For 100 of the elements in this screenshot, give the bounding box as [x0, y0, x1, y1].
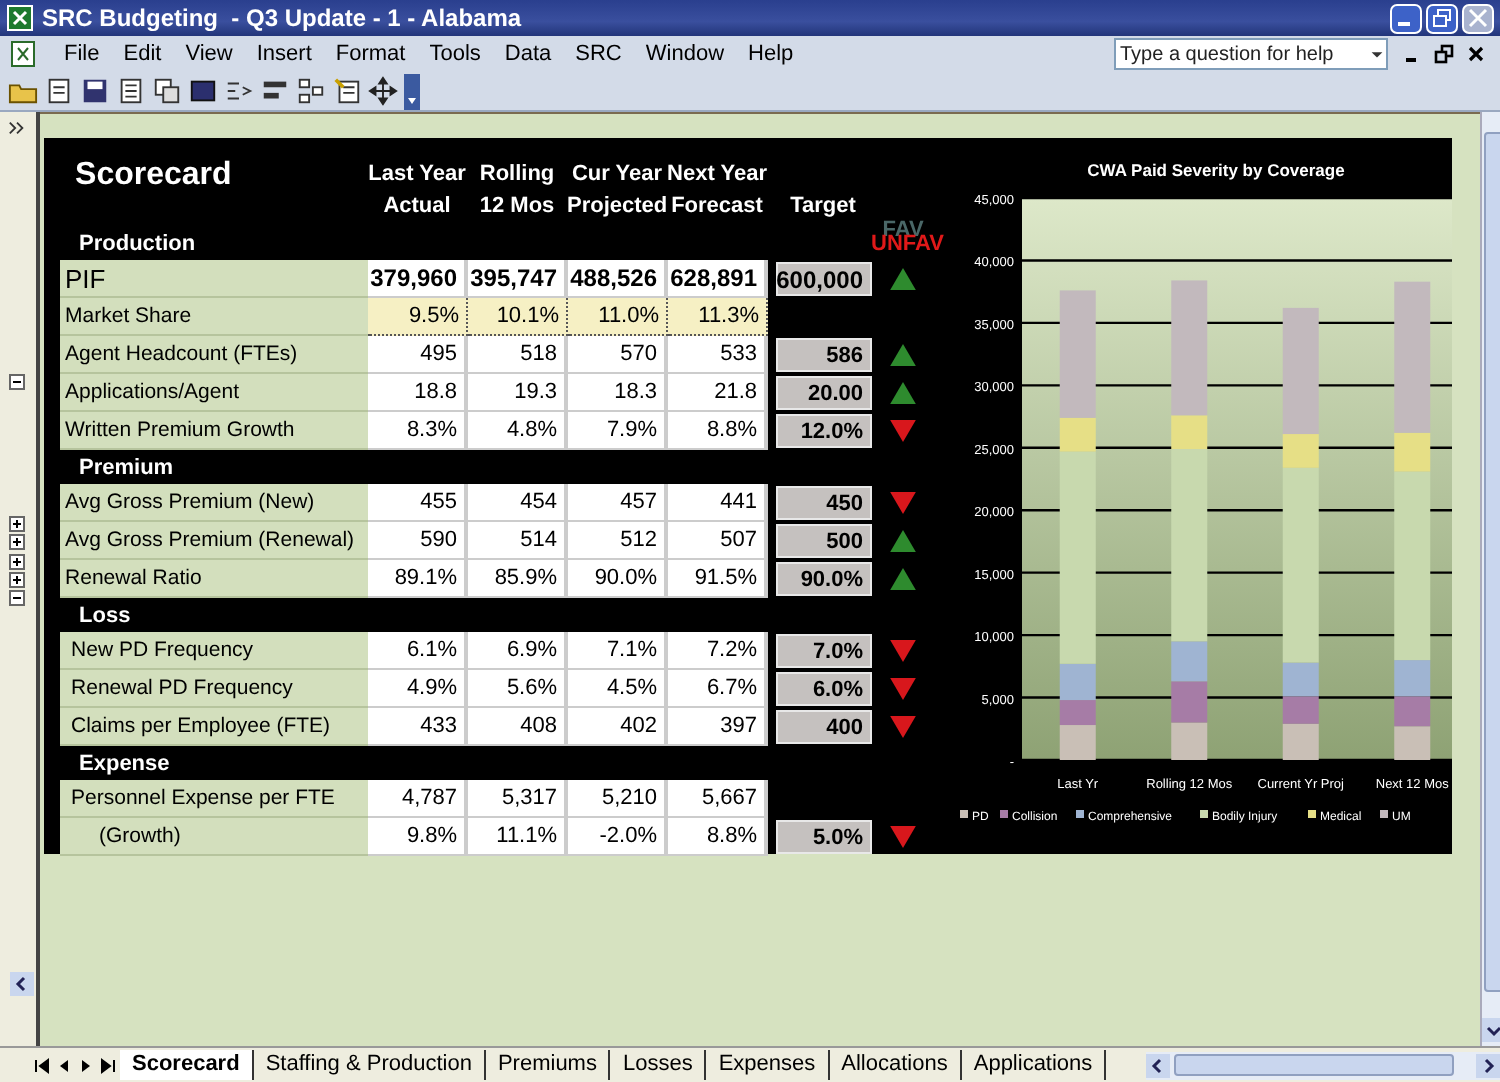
- table-cell: 488,526: [567, 260, 668, 298]
- column-header: Cur Year Projected: [567, 160, 668, 222]
- chart-title: CWA Paid Severity by Coverage: [1086, 160, 1344, 180]
- table-cell: 7.2%: [667, 632, 768, 670]
- table-cell: 6.9%: [467, 632, 568, 670]
- menu-item[interactable]: Help: [736, 42, 806, 66]
- menu-item[interactable]: File: [52, 42, 112, 66]
- table-cell: 455: [367, 484, 468, 522]
- menu-item[interactable]: SRC: [563, 42, 634, 66]
- table-cell: 85.9%: [467, 560, 568, 598]
- menu-item[interactable]: Edit: [111, 42, 174, 66]
- expand-icon[interactable]: [8, 534, 26, 550]
- menu-item[interactable]: Insert: [244, 42, 324, 66]
- table-cell: 11.3%: [667, 298, 768, 336]
- table-cell: 8.3%: [367, 412, 468, 450]
- row-label: Applications/Agent: [59, 374, 368, 412]
- table-cell: 18.3: [567, 374, 668, 412]
- table-cell: 21.8: [667, 374, 768, 412]
- table-cell: 441: [667, 484, 768, 522]
- table-cell: 4.9%: [367, 670, 468, 708]
- scorecard-title: Scorecard: [73, 156, 234, 194]
- sheet-tab[interactable]: Scorecard: [120, 1050, 254, 1080]
- menu-item[interactable]: View: [173, 42, 245, 66]
- column-header: Last Year Actual: [367, 160, 468, 222]
- table-cell: 512: [567, 522, 668, 560]
- document-icon[interactable]: [8, 40, 40, 68]
- move-icon[interactable]: [368, 76, 398, 106]
- section-header: Loss: [77, 603, 133, 627]
- help-search-field[interactable]: Type a question for help: [1114, 38, 1388, 70]
- table-cell: 507: [667, 522, 768, 560]
- table-cell: 570: [567, 336, 668, 374]
- minimize-icon[interactable]: [1390, 3, 1422, 33]
- scroll-thumb[interactable]: [1483, 132, 1500, 992]
- notes-icon[interactable]: [332, 76, 362, 106]
- table-cell: 11.1%: [467, 818, 568, 856]
- table-cell: 19.3: [467, 374, 568, 412]
- column-header: Next Year Forecast: [667, 160, 768, 222]
- row-label: Written Premium Growth: [59, 412, 368, 450]
- row-label: (Growth): [59, 818, 368, 856]
- expand-icon[interactable]: [8, 516, 26, 532]
- sheet-icon[interactable]: [116, 76, 146, 106]
- table-cell: 9.8%: [367, 818, 468, 856]
- expand-icon[interactable]: [8, 554, 26, 570]
- row-label: Avg Gross Premium (Renewal): [59, 522, 368, 560]
- table-cell: 454: [467, 484, 568, 522]
- table-cell: 4.8%: [467, 412, 568, 450]
- scroll-left-icon[interactable]: [1146, 1053, 1171, 1077]
- table-cell: 5,667: [667, 780, 768, 818]
- close-icon[interactable]: [1466, 44, 1486, 64]
- restore-icon[interactable]: [1426, 3, 1458, 33]
- table-cell: 4.5%: [567, 670, 668, 708]
- row-label: Personnel Expense per FTE: [59, 780, 368, 818]
- table-cell: 408: [467, 708, 568, 746]
- target-cell: 600,000: [775, 262, 872, 296]
- column-header: Target: [788, 192, 858, 222]
- scroll-down-icon[interactable]: [1481, 1018, 1500, 1042]
- target-cell: 400: [775, 710, 872, 744]
- table-cell: -2.0%: [567, 818, 668, 856]
- menu-item[interactable]: Format: [323, 42, 418, 66]
- document-icon[interactable]: [44, 76, 74, 106]
- save-icon[interactable]: [80, 76, 110, 106]
- table-cell: 9.5%: [367, 298, 468, 336]
- menu-item[interactable]: Data: [492, 42, 564, 66]
- scroll-thumb[interactable]: [1174, 1054, 1455, 1076]
- row-label: Agent Headcount (FTEs): [59, 336, 368, 374]
- table-cell: 514: [467, 522, 568, 560]
- expand-icon[interactable]: [8, 572, 26, 588]
- section-header: Expense: [77, 751, 172, 775]
- target-cell: 90.0%: [775, 562, 872, 596]
- menu-item[interactable]: Window: [633, 42, 737, 66]
- column-header: Rolling 12 Mos: [477, 160, 557, 222]
- collapse-icon[interactable]: [8, 590, 26, 606]
- outline-toggle-icon[interactable]: [8, 120, 26, 136]
- restore-icon[interactable]: [1434, 44, 1454, 64]
- table-cell: 7.1%: [567, 632, 668, 670]
- window-title: SRC Budgeting - Q3 Update - 1 - Alabama: [42, 4, 522, 32]
- sheet-tab[interactable]: Allocations: [829, 1050, 962, 1080]
- scroll-left-icon[interactable]: [10, 972, 34, 996]
- first-sheet-icon[interactable]: [32, 1055, 52, 1075]
- table-cell: 11.0%: [567, 298, 668, 336]
- target-cell: 586: [775, 338, 872, 372]
- network-icon[interactable]: [296, 76, 326, 106]
- table-cell: 4,787: [367, 780, 468, 818]
- copy-icon[interactable]: [152, 76, 182, 106]
- last-sheet-icon[interactable]: [98, 1055, 118, 1075]
- menu-item[interactable]: Tools: [417, 42, 493, 66]
- window-icon[interactable]: [188, 76, 218, 106]
- collapse-icon[interactable]: [8, 374, 26, 390]
- table-cell: 433: [367, 708, 468, 746]
- table-cell: 6.1%: [367, 632, 468, 670]
- scroll-right-icon[interactable]: [1476, 1053, 1500, 1077]
- section-header: Premium: [77, 455, 176, 479]
- table-cell: 533: [667, 336, 768, 374]
- table-cell: 379,960: [367, 260, 468, 298]
- row-label: PIF: [59, 260, 368, 298]
- row-label: Renewal PD Frequency: [59, 670, 368, 708]
- toolbar-options-icon[interactable]: [404, 73, 420, 109]
- target-cell: 500: [775, 524, 872, 558]
- table-cell: 90.0%: [567, 560, 668, 598]
- table-cell: 8.8%: [667, 412, 768, 450]
